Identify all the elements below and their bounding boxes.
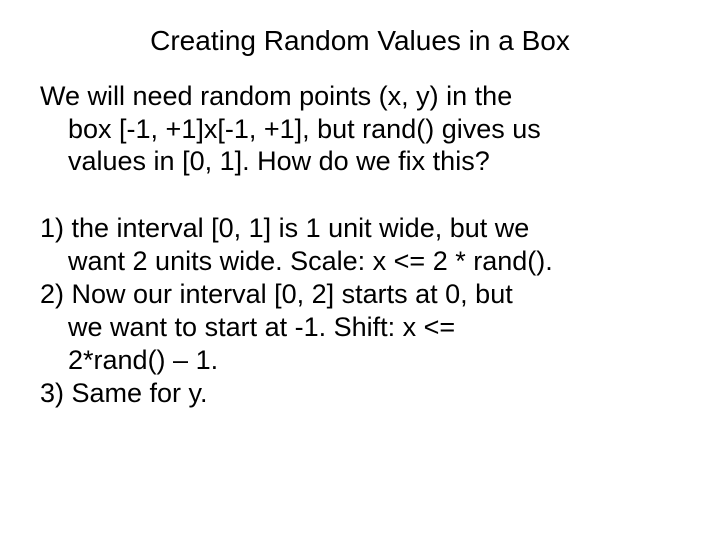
- steps-list: 1) the interval [0, 1] is 1 unit wide, b…: [40, 212, 680, 410]
- list-item-line: 2*rand() – 1.: [40, 344, 680, 377]
- intro-line: box [-1, +1]x[-1, +1], but rand() gives …: [40, 113, 680, 146]
- list-item: 2) Now our interval [0, 2] starts at 0, …: [40, 278, 680, 377]
- list-item-line: want 2 units wide. Scale: x <= 2 * rand(…: [40, 245, 680, 278]
- list-item-line: 2) Now our interval [0, 2] starts at 0, …: [40, 279, 513, 309]
- slide-title: Creating Random Values in a Box: [40, 24, 680, 58]
- slide: Creating Random Values in a Box We will …: [0, 0, 720, 540]
- list-item-line: 3) Same for y.: [40, 378, 208, 408]
- intro-line: values in [0, 1]. How do we fix this?: [40, 145, 680, 178]
- intro-line: We will need random points (x, y) in the: [40, 81, 512, 111]
- list-item-line: 1) the interval [0, 1] is 1 unit wide, b…: [40, 213, 529, 243]
- intro-paragraph: We will need random points (x, y) in the…: [40, 80, 680, 179]
- list-item: 3) Same for y.: [40, 377, 680, 410]
- list-item-line: we want to start at -1. Shift: x <=: [40, 311, 680, 344]
- list-item: 1) the interval [0, 1] is 1 unit wide, b…: [40, 212, 680, 278]
